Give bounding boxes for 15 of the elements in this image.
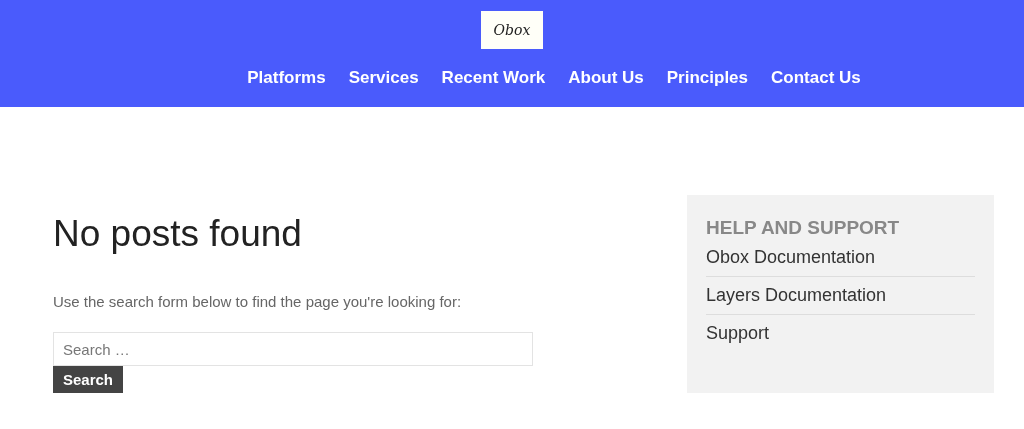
nav-link[interactable]: Contact Us <box>771 68 861 88</box>
sidebar-link[interactable]: Layers Documentation <box>706 285 887 305</box>
nav-link[interactable]: Principles <box>666 68 749 88</box>
search-button[interactable]: Search <box>53 366 124 393</box>
sidebar-link[interactable]: Obox Documentation <box>706 247 876 267</box>
nav-link[interactable]: Recent Work <box>441 68 546 88</box>
sidebar-link[interactable]: Support <box>706 323 770 343</box>
nav-link[interactable]: About Us <box>568 68 644 88</box>
nav-link[interactable]: Services <box>348 68 419 88</box>
nav-link[interactable]: Platforms <box>247 68 326 88</box>
page-title: No posts found <box>53 213 302 255</box>
widget-title: HELP AND SUPPORT <box>706 217 901 239</box>
search-field[interactable]: Search … <box>53 332 533 366</box>
message-text: Use the search form below to find the page you're looking for: <box>53 293 462 310</box>
logo[interactable]: Obox <box>481 11 543 49</box>
